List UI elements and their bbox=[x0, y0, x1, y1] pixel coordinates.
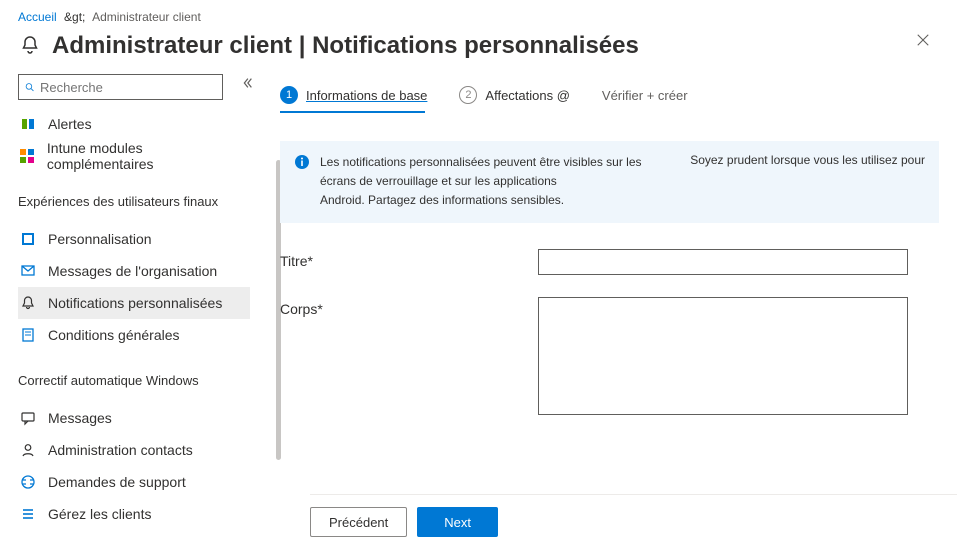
nav-enduser-item-2[interactable]: Notifications personnalisées bbox=[18, 287, 250, 319]
nav-top-item-1[interactable]: Intune modules complémentaires bbox=[18, 140, 250, 172]
msg-icon bbox=[18, 408, 38, 428]
search-input[interactable] bbox=[40, 80, 216, 95]
nav-top-item-label: Intune modules complémentaires bbox=[47, 140, 242, 172]
bell-icon bbox=[18, 34, 42, 58]
breadcrumb-home[interactable]: Accueil bbox=[18, 10, 57, 24]
terms-icon bbox=[18, 325, 38, 345]
contact-icon bbox=[18, 440, 38, 460]
title-label: Titre* bbox=[280, 249, 538, 269]
nav-section-windows: Correctif automatique Windows bbox=[18, 365, 250, 394]
tab-review-label: Vérifier + créer bbox=[602, 88, 688, 103]
alerts-icon bbox=[18, 114, 38, 134]
tab-review[interactable]: Vérifier + créer bbox=[602, 82, 700, 111]
breadcrumb-separator: &gt; bbox=[64, 10, 85, 24]
close-button[interactable] bbox=[911, 28, 935, 52]
tab-assignments-label: Affectations @ bbox=[485, 88, 570, 103]
breadcrumb: Accueil &gt; Administrateur client bbox=[0, 0, 957, 28]
sidebar-search[interactable] bbox=[18, 74, 223, 100]
nav-section2-list: Messages Administration contacts Demandes … bbox=[18, 402, 250, 530]
clients-icon bbox=[18, 504, 38, 524]
info-banner: Les notifications personnalisées peuvent… bbox=[280, 141, 939, 223]
form-row-title: Titre* bbox=[280, 249, 939, 275]
bell-icon bbox=[18, 293, 38, 313]
nav-windows-item-0[interactable]: Messages bbox=[18, 402, 250, 434]
previous-button[interactable]: Précédent bbox=[310, 507, 407, 537]
wizard-footer: Précédent Next bbox=[310, 494, 957, 537]
breadcrumb-current: Administrateur client bbox=[92, 10, 201, 24]
nav-windows-item-label: Messages bbox=[48, 410, 112, 426]
nav-top: Alertes Intune modules complémentaires bbox=[18, 108, 250, 172]
nav-enduser-item-1[interactable]: Messages de l'organisation bbox=[18, 255, 250, 287]
nav-top-item-0[interactable]: Alertes bbox=[18, 108, 250, 140]
nav-enduser-item-label: Messages de l'organisation bbox=[48, 263, 217, 279]
nav-windows-item-3[interactable]: Gérez les clients bbox=[18, 498, 250, 530]
addons-icon bbox=[18, 146, 37, 166]
body-label: Corps* bbox=[280, 297, 538, 317]
support-icon bbox=[18, 472, 38, 492]
tab-basics-label: Informations de base bbox=[306, 88, 427, 103]
orgmsg-icon bbox=[18, 261, 38, 281]
nav-enduser-item-0[interactable]: Personnalisation bbox=[18, 223, 250, 255]
tab-basics[interactable]: 1 Informations de base bbox=[280, 80, 439, 112]
info-line2: Android. Partagez des informations sensi… bbox=[320, 193, 564, 207]
nav-enduser-item-label: Notifications personnalisées bbox=[48, 295, 222, 311]
nav-windows-item-label: Demandes de support bbox=[48, 474, 186, 490]
title-input[interactable] bbox=[538, 249, 908, 275]
page-title: Administrateur client | Notifications pe… bbox=[52, 32, 639, 60]
info-icon bbox=[294, 154, 310, 170]
nav-enduser-item-label: Conditions générales bbox=[48, 327, 180, 343]
nav-windows-item-1[interactable]: Administration contacts bbox=[18, 434, 250, 466]
nav-section-end-user: Expériences des utilisateurs finaux bbox=[18, 186, 250, 215]
step-1-badge: 1 bbox=[280, 86, 298, 104]
body-textarea[interactable] bbox=[538, 297, 908, 415]
nav-enduser-item-3[interactable]: Conditions générales bbox=[18, 319, 250, 351]
sidebar: Alertes Intune modules complémentaires Ex… bbox=[0, 74, 250, 541]
nav-windows-item-2[interactable]: Demandes de support bbox=[18, 466, 250, 498]
info-line1: Les notifications personnalisées peuvent… bbox=[320, 155, 642, 188]
info-right: Soyez prudent lorsque vous les utilisez … bbox=[690, 153, 925, 211]
page-header: Administrateur client | Notifications pe… bbox=[0, 28, 957, 74]
nav-top-item-label: Alertes bbox=[48, 116, 92, 132]
custom-icon bbox=[18, 229, 38, 249]
search-icon bbox=[25, 80, 34, 94]
form-row-body: Corps* bbox=[280, 297, 939, 418]
main-content: 1 Informations de base 2 Affectations @ … bbox=[250, 74, 957, 541]
step-2-badge: 2 bbox=[459, 86, 477, 104]
nav-windows-item-label: Administration contacts bbox=[48, 442, 193, 458]
wizard-tabs: 1 Informations de base 2 Affectations @ … bbox=[280, 80, 939, 113]
nav-enduser-item-label: Personnalisation bbox=[48, 231, 152, 247]
nav-windows-item-label: Gérez les clients bbox=[48, 506, 151, 522]
nav-section1-list: Personnalisation Messages de l'organisati… bbox=[18, 223, 250, 351]
next-button[interactable]: Next bbox=[417, 507, 498, 537]
tab-assignments[interactable]: 2 Affectations @ bbox=[459, 80, 582, 112]
